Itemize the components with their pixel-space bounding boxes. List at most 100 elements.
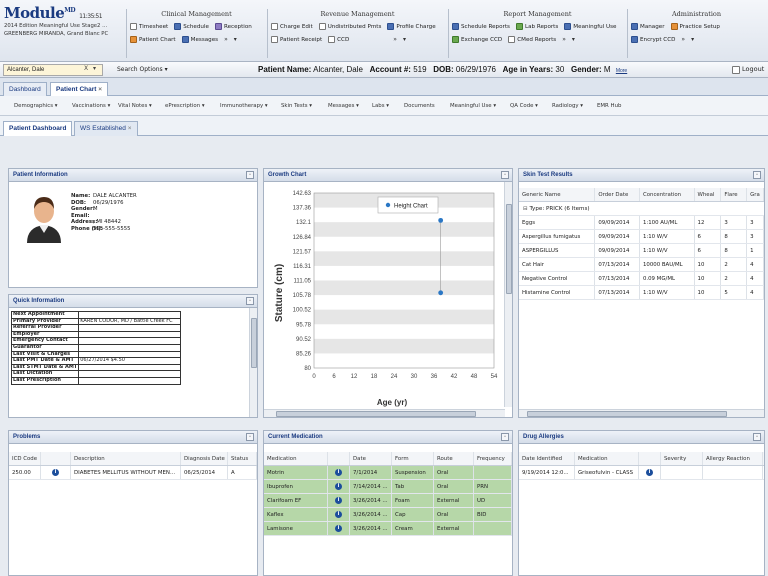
collapse-icon[interactable]: ⊟ [523,206,528,212]
report-dropdown-arrow[interactable]: ▾ [572,36,575,43]
column-header[interactable]: Form [392,452,434,465]
info-icon[interactable]: i [335,483,342,490]
info-icon[interactable]: i [335,497,342,504]
patient-receipt-button[interactable]: Patient Receipt [271,36,322,43]
column-header[interactable]: Flare [721,188,748,201]
column-header[interactable]: Status [228,452,257,465]
table-row[interactable]: Negative Control 07/13/2014 0.09 MG/ML 10 2 4 [519,272,764,286]
close-icon[interactable]: × [98,86,102,93]
panel-toggle-icon[interactable]: ▫ [246,171,254,179]
search-dropdown-icon[interactable]: ▾ [93,65,96,72]
column-header[interactable]: Medication [264,452,328,465]
clear-search-icon[interactable]: X [84,65,88,72]
patient-chart-button[interactable]: Patient Chart [130,36,176,43]
encrypt-ccd-button[interactable]: Encrypt CCD [631,36,675,43]
table-row[interactable]: ASPERGILLUS 09/09/2014 1:10 W/V 6 8 1 [519,244,764,258]
clinical-dropdown-arrow[interactable]: ▾ [234,36,237,43]
panel-toggle-icon[interactable]: ▫ [753,171,761,179]
scroll-thumb[interactable] [251,318,257,368]
admin-dropdown-arrow[interactable]: ▾ [691,36,694,43]
lab-reports-button[interactable]: Lab Reports [515,23,558,30]
column-header[interactable]: Generic Name [519,188,596,201]
menu-skin-tests[interactable]: Skin Tests ▾ [281,96,312,116]
admin-more-button[interactable]: » [681,36,685,43]
report-more-button[interactable]: » [562,36,566,43]
tab-patient-dashboard[interactable]: Patient Dashboard [3,121,73,136]
table-row[interactable]: 250.00 i DIABETES MELLITUS WITHOUT MEN..… [9,466,257,480]
menu-qa-code[interactable]: QA Code ▾ [510,96,538,116]
scroll-thumb[interactable] [276,411,476,417]
column-header[interactable]: Allergy Reaction [703,452,763,465]
info-icon[interactable]: i [52,469,59,476]
timesheet-button[interactable]: Timesheet [130,23,168,30]
info-icon[interactable]: i [646,469,653,476]
menu-labs[interactable]: Labs ▾ [372,96,389,116]
info-icon[interactable]: i [335,525,342,532]
menu-emr-hub[interactable]: EMR Hub [597,96,621,116]
info-icon[interactable]: i [335,469,342,476]
column-header[interactable]: Date [350,452,392,465]
table-row[interactable]: Ibuprofen i 7/14/2014 ... Tab Oral PRN [264,480,512,494]
table-row[interactable]: Kaflex i 3/26/2014 ... Cap Oral BID [264,508,512,522]
column-header[interactable]: ICD Code [9,452,41,465]
search-options-button[interactable]: Search Options ▾ [117,65,168,75]
logout-button[interactable]: Logout [732,64,764,75]
messages-button[interactable]: Messages [181,36,218,43]
menu-vital-notes[interactable]: Vital Notes ▾ [118,96,152,116]
practice-setup-button[interactable]: Practice Setup [670,23,720,30]
column-header[interactable]: Diagnosis Date [181,452,228,465]
skin-test-hscroll[interactable] [519,409,764,417]
menu-messages[interactable]: Messages ▾ [328,96,359,116]
quick-info-scrollbar[interactable] [249,308,257,417]
column-header[interactable] [639,452,661,465]
table-row[interactable]: 9/19/2014 12:0... Griseofulvin - CLASS i [519,466,764,480]
tab-ws-established[interactable]: WS Established × [74,121,138,136]
charge-edit-button[interactable]: Charge Edit [271,23,313,30]
menu-meaningful-use[interactable]: Meaningful Use ▾ [450,96,496,116]
cmed-reports-button[interactable]: CMed Reports [508,36,556,43]
info-icon[interactable]: i [335,511,342,518]
panel-toggle-icon[interactable]: ▫ [246,433,254,441]
menu-documents[interactable]: Documents [404,96,435,116]
scroll-thumb[interactable] [506,204,512,294]
column-header[interactable]: Description [71,452,181,465]
tab-dashboard[interactable]: Dashboard [3,82,47,96]
column-header[interactable]: Gra [747,188,764,201]
column-header[interactable]: Frequency [474,452,512,465]
close-icon[interactable]: × [128,125,132,132]
table-row[interactable]: Motrin i 7/1/2014 Suspension Oral [264,466,512,480]
schedule-reports-button[interactable]: Schedule Reports [452,23,510,30]
manager-button[interactable]: Manager [631,23,665,30]
menu-vaccinations[interactable]: Vaccinations ▾ [72,96,110,116]
panel-toggle-icon[interactable]: ▫ [501,171,509,179]
column-header[interactable]: Date Identified [519,452,575,465]
reception-button[interactable]: Reception [214,23,252,30]
skin-test-group[interactable]: ⊟ Type: PRICK (6 Items) [519,202,764,216]
column-header[interactable]: Concentration [640,188,695,201]
column-header[interactable]: Route [434,452,474,465]
revenue-more-button[interactable]: » [393,36,397,43]
panel-toggle-icon[interactable]: ▫ [246,297,254,305]
scroll-thumb[interactable] [527,411,727,417]
menu-eprescription[interactable]: ePrescription ▾ [165,96,205,116]
column-header[interactable]: Medication [575,452,639,465]
profile-charge-button[interactable]: Profile Charge [387,23,436,30]
column-header[interactable] [328,452,350,465]
table-row[interactable]: Aspergillus fumigatus 09/09/2014 1:10 W/V 6… [519,230,764,244]
table-row[interactable]: Clarifoam EF i 3/26/2014 ... Foam External UD [264,494,512,508]
panel-toggle-icon[interactable]: ▫ [501,433,509,441]
growth-chart-vscroll[interactable] [504,182,512,407]
more-link[interactable]: More [616,68,627,74]
tab-patient-chart[interactable]: Patient Chart × [50,82,109,96]
undistributed-pmts-button[interactable]: Undistributed Pmts [318,23,381,30]
column-header[interactable]: Severity [661,452,703,465]
ccd-button[interactable]: CCD [328,36,349,43]
table-row[interactable]: Cat Hair 07/13/2014 10000 BAU/ML 10 2 4 [519,258,764,272]
revenue-dropdown-arrow[interactable]: ▾ [403,36,406,43]
growth-chart-hscroll[interactable] [264,409,505,417]
menu-radiology[interactable]: Radiology ▾ [552,96,583,116]
exchange-ccd-button[interactable]: Exchange CCD [452,36,502,43]
table-row[interactable]: Lamisone i 3/26/2014 ... Cream External [264,522,512,536]
column-header[interactable] [41,452,71,465]
table-row[interactable]: Eggs 09/09/2014 1:100 AU/ML 12 3 3 [519,216,764,230]
